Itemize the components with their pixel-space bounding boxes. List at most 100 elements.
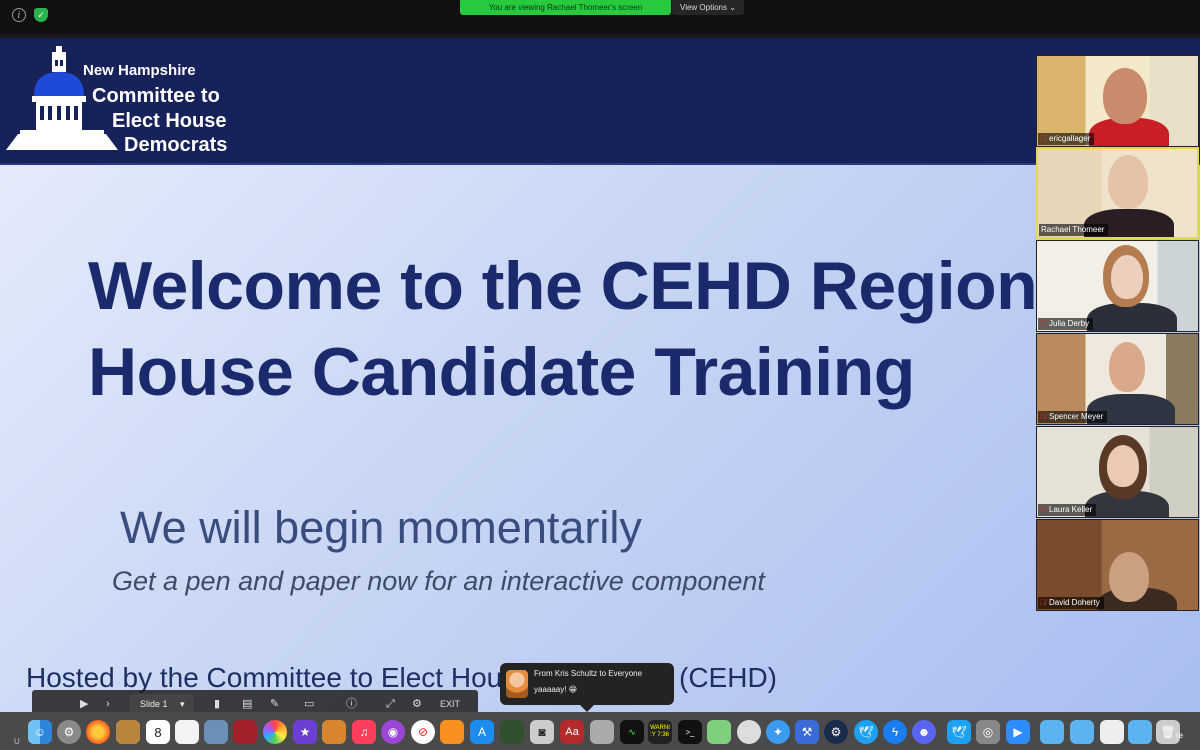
- participant-tile[interactable]: 🎙̸ Julia Derby: [1036, 240, 1199, 332]
- participant-label: 🎙̸ Julia Derby: [1038, 318, 1094, 330]
- participant-name: Laura Keller: [1049, 505, 1093, 514]
- twitter-icon[interactable]: 🕊: [854, 720, 878, 744]
- participant-tile[interactable]: 🎙̸ David Doherty: [1036, 519, 1199, 611]
- downloads-folder-icon[interactable]: [1128, 720, 1152, 744]
- exit-button[interactable]: EXIT: [440, 696, 460, 712]
- font-book-icon[interactable]: [590, 720, 614, 744]
- steam-icon[interactable]: ⚙: [824, 720, 848, 744]
- shared-slide: New Hampshire Committee to Elect House D…: [0, 38, 1200, 718]
- participant-label: 🎙̸ ericgallager: [1038, 133, 1095, 145]
- slide-instruction: Get a pen and paper now for an interacti…: [112, 566, 765, 596]
- chevron-down-icon: ▾: [180, 699, 185, 709]
- dock-right-text: re: [1176, 731, 1184, 740]
- zoom-icon[interactable]: ▶: [1006, 720, 1030, 744]
- slide-header-banner: New Hampshire Committee to Elect House D…: [0, 38, 1200, 165]
- calendar-icon[interactable]: 8: [146, 720, 170, 744]
- chat-notification[interactable]: From Kris Schultz to Everyone yaaaaay! 😁: [500, 663, 674, 712]
- info-icon[interactable]: i: [12, 8, 26, 22]
- speaker-notes-icon[interactable]: ▤: [242, 696, 252, 712]
- fullscreen-icon[interactable]: ⤢: [386, 696, 395, 712]
- person-head: [1107, 445, 1139, 487]
- maps-icon[interactable]: [707, 720, 731, 744]
- mic-muted-icon: 🎙̸: [1040, 412, 1046, 421]
- person-head: [1111, 255, 1143, 299]
- play-icon[interactable]: ▶: [80, 696, 88, 712]
- notes-app-icon[interactable]: [116, 720, 140, 744]
- podcasts-icon[interactable]: ◉: [381, 720, 405, 744]
- console-icon[interactable]: WARNI :Y 7:36: [648, 720, 672, 744]
- mic-muted-icon: 🎙̸: [1040, 319, 1046, 328]
- comment-icon[interactable]: ▮: [214, 696, 220, 712]
- org-name-line-3: Elect House: [112, 110, 227, 132]
- xcode-icon[interactable]: ⚒: [795, 720, 819, 744]
- mic-muted-icon: 🎙̸: [1040, 505, 1046, 514]
- photo-booth-icon[interactable]: [233, 720, 257, 744]
- gear-icon[interactable]: ⚙: [412, 696, 422, 712]
- activity-monitor-icon[interactable]: ∿: [620, 720, 644, 744]
- disk-drive-icon[interactable]: ◎: [976, 720, 1000, 744]
- zoom-top-bar: i ✓ You are viewing Rachael Thomeer's sc…: [0, 0, 1200, 34]
- music-icon[interactable]: ♫: [352, 720, 376, 744]
- slide-subtitle: We will begin momentarily: [120, 502, 642, 553]
- screenshot-icon[interactable]: ◙: [530, 720, 554, 744]
- person-head: [1108, 155, 1148, 209]
- garageband-icon[interactable]: [322, 720, 346, 744]
- participant-name: Rachael Thomeer: [1041, 225, 1105, 234]
- next-icon[interactable]: ›: [106, 696, 110, 712]
- participant-name: David Doherty: [1049, 598, 1100, 607]
- person-head: [1103, 68, 1147, 124]
- view-options-button[interactable]: View Options ⌄: [672, 0, 744, 15]
- chevron-down-icon: ⌄: [729, 3, 736, 12]
- news-icon[interactable]: ⊘: [411, 720, 435, 744]
- disk-utility-icon[interactable]: [737, 720, 761, 744]
- firefox-icon[interactable]: [86, 720, 110, 744]
- terminal-icon[interactable]: >_: [678, 720, 702, 744]
- finder-icon[interactable]: ☺: [28, 720, 52, 744]
- preview-icon[interactable]: [204, 720, 228, 744]
- org-name-line-4: Democrats: [124, 134, 228, 156]
- slide-title: Welcome to the CEHD Region House Candida…: [88, 248, 1038, 410]
- books-icon[interactable]: [440, 720, 464, 744]
- messenger-icon[interactable]: ϟ: [883, 720, 907, 744]
- participant-label: 🎙̸ Laura Keller: [1038, 504, 1097, 516]
- folder-icon[interactable]: [1040, 720, 1064, 744]
- twitter-alt-icon[interactable]: 🕊: [947, 720, 971, 744]
- mission-control-icon[interactable]: [500, 720, 524, 744]
- pen-icon[interactable]: ✎: [270, 696, 279, 712]
- photos-icon[interactable]: [263, 720, 287, 744]
- safari-icon[interactable]: ✦: [766, 720, 790, 744]
- captions-icon[interactable]: ▭: [304, 696, 314, 712]
- screen: i ✓ You are viewing Rachael Thomeer's sc…: [0, 0, 1200, 750]
- participant-name: Julia Derby: [1049, 319, 1090, 328]
- mic-muted-icon: 🎙̸: [1040, 598, 1046, 607]
- macos-dock: U ☺ ⚙ 8 ★ ♫ ◉ ⊘ A ◙ Aa ∿ WARNI :Y 7:36 >…: [0, 712, 1200, 750]
- org-name-line-2: Committee to: [92, 85, 220, 107]
- person-head: [1109, 342, 1145, 392]
- folder-2-icon[interactable]: [1070, 720, 1094, 744]
- slide-hosted-by-end: (CEHD): [679, 662, 777, 693]
- participant-label: 🎙̸ David Doherty: [1038, 597, 1104, 609]
- participant-tile[interactable]: 🎙̸ Spencer Meyer: [1036, 333, 1199, 425]
- chat-message: yaaaaay! 😁: [534, 685, 578, 694]
- document-icon[interactable]: [1100, 720, 1124, 744]
- encryption-shield-icon[interactable]: ✓: [34, 8, 48, 22]
- app-store-icon[interactable]: A: [470, 720, 494, 744]
- participant-tile[interactable]: 🎙̸ ericgallager: [1036, 55, 1199, 147]
- mic-muted-icon: 🎙̸: [1040, 134, 1046, 143]
- participant-tile-active[interactable]: Rachael Thomeer: [1036, 147, 1199, 239]
- dock-left-text: U: [14, 737, 20, 746]
- dictionary-icon[interactable]: Aa: [560, 720, 584, 744]
- participant-name: ericgallager: [1049, 134, 1091, 143]
- info-circle-icon[interactable]: ⓘ: [346, 696, 357, 712]
- imovie-icon[interactable]: ★: [293, 720, 317, 744]
- slide-selector-label: Slide 1: [140, 699, 168, 709]
- chat-sender: From Kris Schultz to Everyone: [534, 669, 643, 678]
- textedit-icon[interactable]: [175, 720, 199, 744]
- participant-tile[interactable]: 🎙̸ Laura Keller: [1036, 426, 1199, 518]
- slide-selector[interactable]: Slide 1 ▾: [130, 694, 194, 714]
- system-preferences-icon[interactable]: ⚙: [57, 720, 81, 744]
- participant-name: Spencer Meyer: [1049, 412, 1104, 421]
- org-name-line-1: New Hampshire: [83, 62, 196, 79]
- discord-icon[interactable]: ☻: [912, 720, 936, 744]
- person-body: [1087, 303, 1177, 331]
